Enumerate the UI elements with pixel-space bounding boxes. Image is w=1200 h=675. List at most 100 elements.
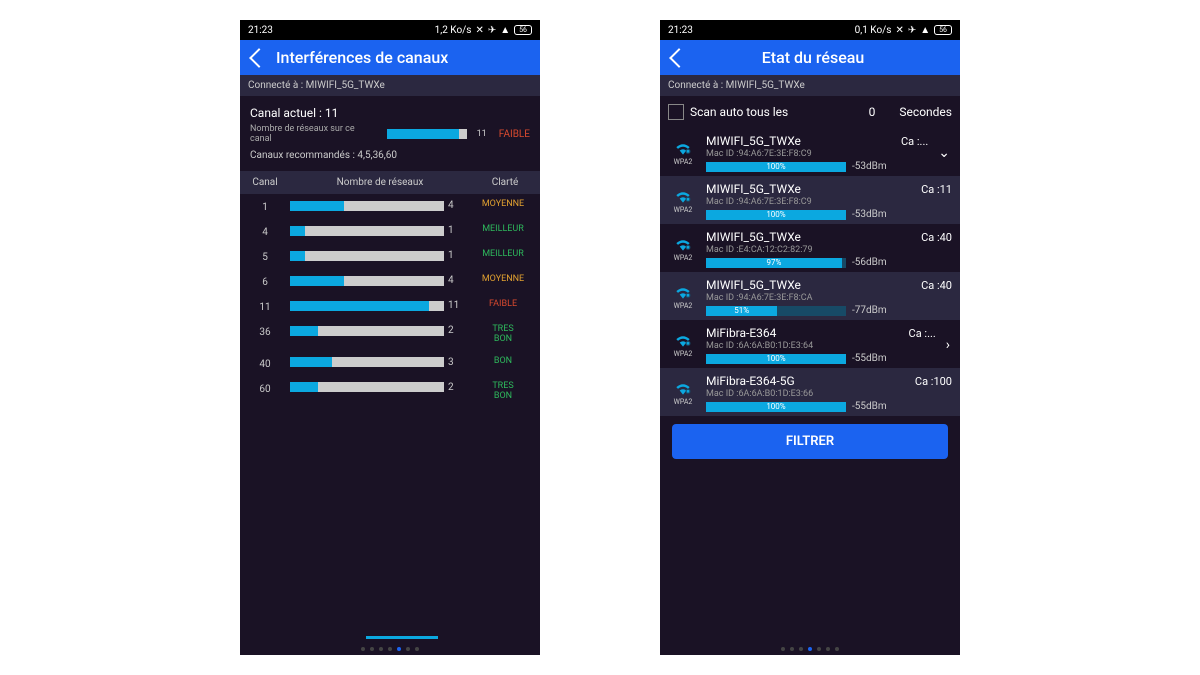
channel-row[interactable]: 4 1 MEILLEUR — [240, 219, 540, 244]
status-right: 0,1 Ko/s ✕ ✈ ▲ 56 — [855, 25, 952, 36]
channel-clarity: BON — [466, 357, 540, 367]
channel-count: 1 — [448, 225, 466, 236]
channel-number: 36 — [240, 325, 290, 338]
channel-clarity: TRESBON — [466, 382, 540, 402]
mute-icon: ✕ — [895, 25, 903, 36]
status-bar: 21:23 0,1 Ko/s ✕ ✈ ▲ 56 — [660, 20, 960, 40]
chevron-down-icon[interactable]: ⌄ — [936, 145, 952, 161]
signal-dbm: -53dBm — [852, 161, 887, 172]
channel-row[interactable]: 1 4 MOYENNE — [240, 194, 540, 219]
signal-bar: 100% — [706, 354, 846, 364]
scan-label: Scan auto tous les — [690, 105, 788, 119]
phone-right: 21:23 0,1 Ko/s ✕ ✈ ▲ 56 Etat du réseau C… — [660, 20, 960, 655]
th-canal: Canal — [240, 177, 290, 188]
channel-bar — [290, 276, 444, 286]
scan-value[interactable]: 0 — [869, 105, 876, 119]
channel-bar — [290, 251, 444, 261]
network-mac: Mac ID :94:A6:7E:3E:F8:C9 — [706, 149, 928, 159]
network-channel: Ca :... — [901, 135, 928, 148]
wifi-icon: WPA2 — [668, 141, 698, 166]
network-name: MiFibra-E364-5G — [706, 374, 795, 388]
network-list: WPA2 MIWIFI_5G_TWXe Ca :... Mac ID :94:A… — [660, 128, 960, 416]
network-item[interactable]: WPA2 MiFibra-E364 Ca :... Mac ID :6A:6A:… — [660, 320, 960, 368]
header-title: Interférences de canaux — [276, 48, 448, 67]
network-mac: Mac ID :E4:CA:12:C2:82:79 — [706, 245, 952, 255]
channel-count: 2 — [448, 325, 466, 336]
status-time: 21:23 — [668, 25, 693, 36]
channel-bar — [290, 382, 444, 392]
airplane-icon: ✈ — [488, 25, 496, 36]
status-bar: 21:23 1,2 Ko/s ✕ ✈ ▲ 56 — [240, 20, 540, 40]
channel-bar — [290, 301, 444, 311]
wifi-icon: WPA2 — [668, 333, 698, 358]
network-mac: Mac ID :6A:6A:B0:1D:E3:64 — [706, 341, 936, 351]
channel-clarity: MOYENNE — [466, 275, 540, 285]
network-mac: Mac ID :6A:6A:B0:1D:E3:66 — [706, 389, 952, 399]
network-name: MiFibra-E364 — [706, 326, 776, 340]
channel-row[interactable]: 6 4 MOYENNE — [240, 269, 540, 294]
network-item[interactable]: WPA2 MiFibra-E364-5G Ca :100 Mac ID :6A:… — [660, 368, 960, 416]
count-bar — [387, 129, 467, 139]
back-icon[interactable] — [249, 48, 269, 68]
scan-checkbox[interactable] — [668, 104, 684, 120]
channel-count: 4 — [448, 200, 466, 211]
network-channel: Ca :40 — [921, 231, 952, 244]
connected-bar: Connecté à : MIWIFI_5G_TWXe — [240, 75, 540, 96]
status-rate: 1,2 Ko/s — [435, 25, 472, 36]
channel-count: 2 — [448, 382, 466, 393]
security-label: WPA2 — [668, 158, 698, 166]
wifi-icon: WPA2 — [668, 237, 698, 262]
network-channel: Ca :40 — [921, 279, 952, 292]
channel-row[interactable]: 40 3 BON — [240, 351, 540, 376]
network-mac: Mac ID :94:A6:7E:3E:F8:CA — [706, 293, 952, 303]
status-rate: 0,1 Ko/s — [855, 25, 892, 36]
page-dots — [240, 641, 540, 655]
channel-count: 11 — [448, 300, 466, 311]
signal-bar: 100% — [706, 210, 846, 220]
channel-clarity: TRESBON — [466, 325, 540, 345]
channel-clarity: MOYENNE — [466, 200, 540, 210]
channel-number: 60 — [240, 382, 290, 395]
mute-icon: ✕ — [475, 25, 483, 36]
scroll-indicator — [270, 636, 510, 639]
channel-row[interactable]: 36 2 TRESBON — [240, 319, 540, 351]
wifi-icon: ▲ — [500, 25, 510, 36]
network-channel: Ca :100 — [915, 375, 952, 388]
header: Interférences de canaux — [240, 40, 540, 75]
network-item[interactable]: WPA2 MIWIFI_5G_TWXe Ca :11 Mac ID :94:A6… — [660, 176, 960, 224]
status-time: 21:23 — [248, 25, 273, 36]
recommended-channels: Canaux recommandés : 4,5,36,60 — [250, 150, 530, 161]
channel-number: 1 — [240, 200, 290, 213]
signal-dbm: -55dBm — [852, 401, 887, 412]
channel-row[interactable]: 60 2 TRESBON — [240, 376, 540, 408]
security-label: WPA2 — [668, 350, 698, 358]
channel-clarity: MEILLEUR — [466, 250, 540, 260]
network-item[interactable]: WPA2 MIWIFI_5G_TWXe Ca :40 Mac ID :E4:CA… — [660, 224, 960, 272]
filter-button[interactable]: FILTRER — [672, 424, 948, 459]
network-channel: Ca :11 — [921, 183, 952, 196]
th-clarte: Clarté — [470, 177, 540, 188]
network-name: MIWIFI_5G_TWXe — [706, 134, 801, 148]
channel-row[interactable]: 5 1 MEILLEUR — [240, 244, 540, 269]
network-item[interactable]: WPA2 MIWIFI_5G_TWXe Ca :40 Mac ID :94:A6… — [660, 272, 960, 320]
network-item[interactable]: WPA2 MIWIFI_5G_TWXe Ca :... Mac ID :94:A… — [660, 128, 960, 176]
channel-clarity: FAIBLE — [466, 300, 540, 310]
channel-row[interactable]: 11 11 FAIBLE — [240, 294, 540, 319]
wifi-icon: WPA2 — [668, 285, 698, 310]
chevron-right-icon[interactable]: › — [944, 337, 952, 353]
channel-bar — [290, 357, 444, 367]
signal-bar: 51% — [706, 306, 846, 316]
rating: FAIBLE — [499, 129, 530, 140]
network-mac: Mac ID :94:A6:7E:3E:F8:C9 — [706, 197, 952, 207]
current-channel: Canal actuel : 11 — [250, 106, 530, 120]
phone-left: 21:23 1,2 Ko/s ✕ ✈ ▲ 56 Interférences de… — [240, 20, 540, 655]
table-header: Canal Nombre de réseaux Clarté — [240, 171, 540, 194]
channel-clarity: MEILLEUR — [466, 225, 540, 235]
header-title: Etat du réseau — [676, 48, 950, 67]
network-name: MIWIFI_5G_TWXe — [706, 182, 801, 196]
signal-bar: 100% — [706, 162, 846, 172]
summary-section: Canal actuel : 11 Nombre de réseaux sur … — [240, 96, 540, 171]
channel-bar — [290, 226, 444, 236]
security-label: WPA2 — [668, 302, 698, 310]
connected-bar: Connecté à : MIWIFI_5G_TWXe — [660, 75, 960, 96]
